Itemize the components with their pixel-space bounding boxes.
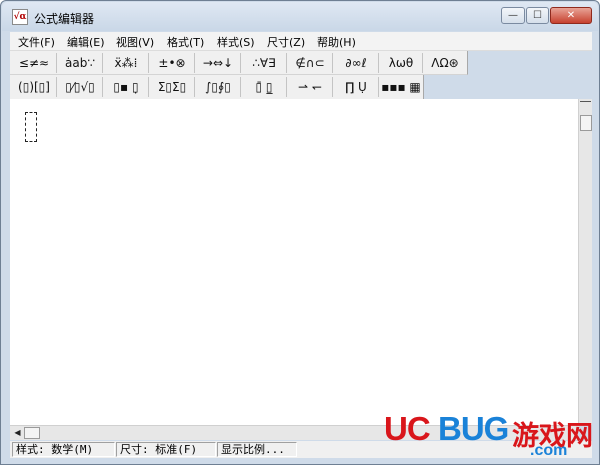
relations-palette-button[interactable]: ≤≠≈	[12, 53, 57, 73]
labeled-arrow-templates-button[interactable]: ⇀ ↽	[288, 77, 333, 97]
ucbug-watermark-logo: UC BUG 游戏网 .com	[384, 410, 594, 462]
underbar-overbar-templates-button[interactable]: ▯̄ ▯̲	[242, 77, 287, 97]
set-theory-palette-button[interactable]: ∉∩⊂	[288, 53, 333, 73]
menu-view[interactable]: 视图(V)	[116, 34, 154, 50]
arrows-palette-button[interactable]: →⇔↓	[196, 53, 241, 73]
status-zoom[interactable]: 显示比例...	[217, 442, 297, 457]
vertical-scrollbar[interactable]	[578, 99, 592, 425]
toolbar: ≤≠≈ ȧab∵ ẍ⁂⁞ ±•⊗ →⇔↓ ∴∀∃ ∉∩⊂ ∂∞ℓ λωθ ΛΩ⊛…	[10, 51, 592, 99]
empty-input-slot[interactable]	[25, 112, 37, 142]
greek-uppercase-palette-button[interactable]: ΛΩ⊛	[424, 53, 466, 73]
horizontal-scroll-thumb[interactable]	[24, 427, 40, 439]
menu-help[interactable]: 帮助(H)	[317, 34, 356, 50]
equation-editing-area[interactable]	[10, 99, 578, 425]
scroll-top-edge	[580, 101, 591, 102]
watermark-brand-red: UC	[384, 410, 431, 447]
misc-symbols-palette-button[interactable]: ∂∞ℓ	[334, 53, 379, 73]
title-bar[interactable]: √α 公式编辑器 — ☐ ✕	[2, 2, 598, 31]
watermark-brand-blue: BUG	[438, 410, 509, 447]
minimize-button[interactable]: —	[501, 7, 525, 24]
status-size: 尺寸: 标准(F)	[116, 442, 216, 457]
menu-file[interactable]: 文件(F)	[18, 34, 55, 50]
embellishments-palette-button[interactable]: ẍ⁂⁞	[104, 53, 149, 73]
logic-palette-button[interactable]: ∴∀∃	[242, 53, 287, 73]
window-title: 公式编辑器	[34, 12, 95, 26]
fences-templates-button[interactable]: (▯)[▯]	[12, 77, 57, 97]
menu-format[interactable]: 格式(T)	[167, 34, 204, 50]
menu-style[interactable]: 样式(S)	[217, 34, 255, 50]
matrix-templates-button[interactable]: ▪▪▪ ▦	[380, 77, 422, 97]
operators-palette-button[interactable]: ±•⊗	[150, 53, 195, 73]
equation-editor-window: √α 公式编辑器 — ☐ ✕ 文件(F) 编辑(E) 视图(V) 格式(T) 样…	[0, 0, 600, 465]
greek-lowercase-palette-button[interactable]: λωθ	[380, 53, 423, 73]
symbol-palette-row: ≤≠≈ ȧab∵ ẍ⁂⁞ ±•⊗ →⇔↓ ∴∀∃ ∉∩⊂ ∂∞ℓ λωθ ΛΩ⊛	[10, 51, 468, 75]
fraction-radical-templates-button[interactable]: ▯⁄▯√▯	[58, 77, 103, 97]
app-icon[interactable]: √α	[12, 9, 28, 25]
summation-templates-button[interactable]: Σ▯Σ▯	[150, 77, 195, 97]
watermark-domain: .com	[530, 442, 568, 459]
subscript-superscript-templates-button[interactable]: ▯▪ ▯̣	[104, 77, 149, 97]
menu-size[interactable]: 尺寸(Z)	[267, 34, 305, 50]
scroll-left-arrow-icon[interactable]: ◀	[12, 427, 23, 439]
close-button[interactable]: ✕	[550, 7, 592, 24]
maximize-button[interactable]: ☐	[526, 7, 549, 24]
menu-bar: 文件(F) 编辑(E) 视图(V) 格式(T) 样式(S) 尺寸(Z) 帮助(H…	[10, 32, 592, 51]
status-style: 样式: 数学(M)	[12, 442, 115, 457]
menu-edit[interactable]: 编辑(E)	[67, 34, 105, 50]
template-palette-row: (▯)[▯] ▯⁄▯√▯ ▯▪ ▯̣ Σ▯Σ▯ ∫▯∮▯ ▯̄ ▯̲ ⇀ ↽ ∏…	[10, 75, 424, 99]
vertical-scroll-thumb[interactable]	[580, 115, 592, 131]
products-set-templates-button[interactable]: ∏̣ Ụ	[334, 77, 379, 97]
integral-templates-button[interactable]: ∫▯∮▯	[196, 77, 241, 97]
spaces-ellipses-palette-button[interactable]: ȧab∵	[58, 53, 103, 73]
